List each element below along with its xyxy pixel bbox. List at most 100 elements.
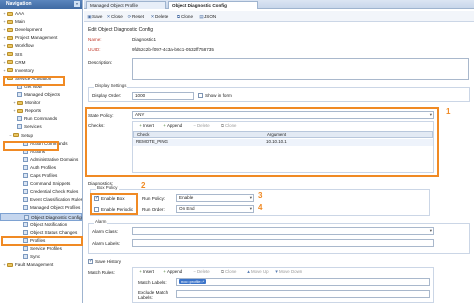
description-label: Description: xyxy=(88,60,113,65)
append-label: Append xyxy=(167,269,183,274)
match-label-tag[interactable]: noc::profile::* xyxy=(179,279,207,284)
sidebar-item[interactable]: Services xyxy=(0,123,42,131)
close-button[interactable]: ✕Close xyxy=(106,13,123,20)
tab-object-diagnostic-config[interactable]: Object Diagnostic Config xyxy=(168,1,258,9)
sidebar-item[interactable]: Managed Objects xyxy=(0,91,60,99)
document-icon xyxy=(17,116,22,122)
highlight-object-diagnostic-configs xyxy=(1,236,83,246)
periodic-run-order-label: Run Order: xyxy=(142,207,165,212)
sidebar-item-label: Development xyxy=(15,27,43,33)
periodic-run-order-select[interactable]: On End xyxy=(176,205,254,213)
collapse-icon[interactable]: « xyxy=(74,1,80,7)
alarm-class-select[interactable] xyxy=(132,227,434,235)
folder-icon xyxy=(7,19,13,24)
box-policy-title: Box Policy xyxy=(96,185,119,190)
name-field[interactable]: Diagnostic1 xyxy=(132,37,156,42)
folder-icon xyxy=(17,108,23,113)
document-icon xyxy=(23,156,28,162)
sidebar-item[interactable]: + Project Management xyxy=(0,34,57,42)
match-insert-button[interactable]: +Insert xyxy=(138,268,154,276)
sidebar-item[interactable]: Credential Check Rules xyxy=(0,188,78,196)
sidebar-item-label: Administrative Domains xyxy=(30,156,79,162)
sidebar-item[interactable]: + Development xyxy=(0,26,42,34)
checks-clone-button[interactable]: ⧉Clone xyxy=(220,122,237,130)
sidebar-item[interactable]: − Setup xyxy=(0,132,33,140)
folder-icon xyxy=(7,35,13,40)
sidebar-item-label: Credential Check Rules xyxy=(30,189,79,195)
folder-icon xyxy=(13,133,19,137)
sidebar-item-label: Main xyxy=(15,19,25,25)
json-button[interactable]: ▤JSON xyxy=(199,13,216,20)
tab-bar: Managed Object Profile Object Diagnostic… xyxy=(84,0,474,9)
sidebar-item[interactable]: + Workflow xyxy=(0,42,34,50)
document-icon xyxy=(23,197,28,203)
sidebar-item[interactable]: Command Snippets xyxy=(0,180,70,188)
match-labels-field[interactable]: noc::profile::* xyxy=(176,278,430,286)
sidebar-item[interactable]: Object Diagnostic Configs xyxy=(0,212,82,221)
match-delete-button[interactable]: −Delete xyxy=(192,268,210,276)
sidebar-item[interactable]: Service Profiles xyxy=(0,245,62,253)
sidebar-item[interactable]: + Main xyxy=(0,18,25,26)
clone-button[interactable]: ⧉Clone xyxy=(176,13,193,20)
sidebar-item-label: Workflow xyxy=(15,43,34,49)
sidebar-item[interactable]: Administrative Domains xyxy=(0,156,78,164)
sidebar-item[interactable]: + Monitor xyxy=(0,99,40,107)
tab-managed-object-profile[interactable]: Managed Object Profile xyxy=(86,1,166,9)
save-button[interactable]: ▣Save xyxy=(87,13,102,20)
show-in-form-check-icon xyxy=(198,93,203,98)
reset-button[interactable]: ⟳Reset xyxy=(127,13,144,20)
display-order-label: Display Order: xyxy=(92,93,122,98)
sidebar-item[interactable]: Auth Profiles xyxy=(0,164,56,172)
match-move-up-button[interactable]: ▲Move Up xyxy=(246,268,269,276)
sidebar-item-label: Command Snippets xyxy=(30,181,71,187)
document-icon xyxy=(24,214,29,220)
sidebar-item[interactable]: Sync xyxy=(0,253,40,261)
append-label: Append xyxy=(167,123,183,128)
description-field[interactable] xyxy=(132,58,469,80)
sidebar-item-label: Object Status Changes xyxy=(30,229,78,235)
folder-icon xyxy=(7,68,13,73)
delete-button[interactable]: ✕Delete xyxy=(150,13,169,20)
sidebar-item[interactable]: Object Notification xyxy=(0,221,67,229)
document-icon xyxy=(23,189,28,195)
alarm-labels-field[interactable] xyxy=(132,239,434,247)
box-run-policy-select[interactable]: Enable xyxy=(176,194,254,202)
sidebar-item[interactable]: Run Commands xyxy=(0,115,57,123)
column-header-argument: Argument xyxy=(267,132,287,137)
sidebar-item-label: Services xyxy=(24,124,42,130)
sidebar-item[interactable]: + AAA xyxy=(0,10,24,18)
enable-periodic-checkbox[interactable]: Enable Periodic xyxy=(94,207,133,212)
exclude-match-labels-field[interactable] xyxy=(176,290,430,298)
sidebar-item[interactable]: + SIS xyxy=(0,51,22,59)
reset-label: Reset xyxy=(132,14,145,19)
sidebar-item-label: CRM xyxy=(15,59,26,65)
sidebar-item[interactable]: + Inventory xyxy=(0,67,34,75)
match-append-button[interactable]: +Append xyxy=(162,268,182,276)
sidebar-item[interactable]: + Fault Management xyxy=(0,261,53,269)
sidebar-item[interactable]: Managed Object Profiles xyxy=(0,204,80,212)
move-down-label: Move Down xyxy=(279,269,303,274)
show-in-form-checkbox[interactable]: Show in form xyxy=(198,93,232,98)
save-history-checkbox[interactable]: Save History xyxy=(88,258,121,264)
delete-label: Delete xyxy=(197,269,210,274)
match-clone-button[interactable]: ⧉Clone xyxy=(220,268,237,276)
document-icon xyxy=(23,173,28,178)
sidebar-item[interactable]: + CRM xyxy=(0,59,25,67)
checks-insert-button[interactable]: +Insert xyxy=(138,122,154,130)
sidebar-item[interactable]: Event Classification Rules xyxy=(0,196,83,204)
display-order-input[interactable]: 1000 xyxy=(132,92,194,100)
uuid-value: 9fd52c2b-f097-4c3a-b6c1-0532ff758735 xyxy=(132,47,214,52)
enable-box-checkbox[interactable]: Enable Box xyxy=(94,195,125,201)
match-move-down-button[interactable]: ▼Move Down xyxy=(274,268,302,276)
sidebar-item[interactable]: + Reports xyxy=(0,107,41,115)
move-up-label: Move Up xyxy=(251,269,269,274)
folder-icon xyxy=(7,262,13,267)
table-row[interactable]: REMOTE_PING 10.10.10.1 xyxy=(133,139,433,146)
folder-icon xyxy=(7,27,13,32)
state-policy-select[interactable]: ANY xyxy=(132,111,434,119)
checks-delete-button[interactable]: −Delete xyxy=(192,122,210,130)
sidebar-item-label: Event Classification Rules xyxy=(30,197,83,203)
sidebar-item-label: Monitor xyxy=(25,100,41,106)
checks-append-button[interactable]: +Append xyxy=(162,122,182,130)
sidebar-item[interactable]: Caps Profiles xyxy=(0,172,57,180)
